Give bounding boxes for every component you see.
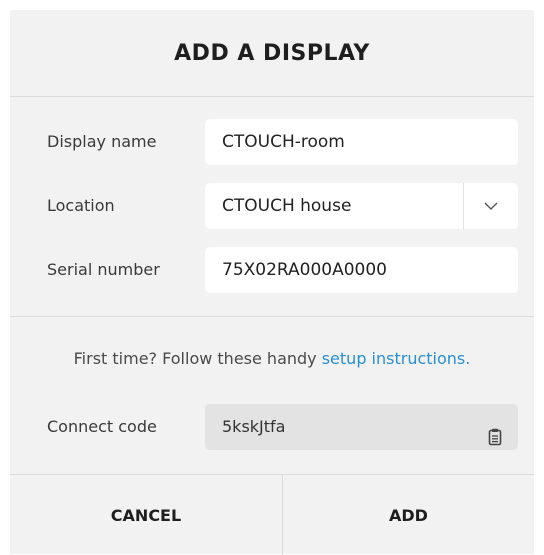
connect-code-row: Connect code 5kskJtfa — [10, 404, 534, 450]
location-row: Location CTOUCH house — [10, 183, 534, 229]
connect-code-label: Connect code — [47, 417, 157, 436]
setup-hint-text: First time? Follow these handy — [73, 349, 322, 368]
location-value: CTOUCH house — [222, 196, 352, 216]
dialog-footer: CANCEL ADD — [10, 474, 534, 555]
section-divider — [10, 316, 534, 317]
display-name-label: Display name — [47, 132, 157, 151]
copy-icon[interactable] — [488, 418, 502, 446]
location-select[interactable]: CTOUCH house — [205, 183, 518, 229]
serial-number-field[interactable]: 75X02RA000A0000 — [205, 247, 518, 293]
display-name-field[interactable]: CTOUCH-room — [205, 119, 518, 165]
connect-code-value: 5kskJtfa — [222, 417, 286, 436]
dialog-title: ADD A DISPLAY — [174, 40, 370, 66]
serial-number-label: Serial number — [47, 260, 160, 279]
cancel-button[interactable]: CANCEL — [10, 475, 282, 555]
location-label: Location — [47, 196, 115, 215]
add-button[interactable]: ADD — [283, 475, 534, 555]
dialog-header: ADD A DISPLAY — [10, 10, 534, 97]
display-name-row: Display name CTOUCH-room — [10, 119, 534, 165]
connect-code-field: 5kskJtfa — [205, 404, 518, 450]
serial-number-row: Serial number 75X02RA000A0000 — [10, 247, 534, 293]
setup-instructions-link[interactable]: setup instructions. — [322, 349, 471, 368]
chevron-down-icon[interactable] — [464, 183, 518, 229]
setup-hint: First time? Follow these handy setup ins… — [10, 349, 534, 368]
add-display-dialog: ADD A DISPLAY Display name CTOUCH-room L… — [10, 10, 534, 555]
